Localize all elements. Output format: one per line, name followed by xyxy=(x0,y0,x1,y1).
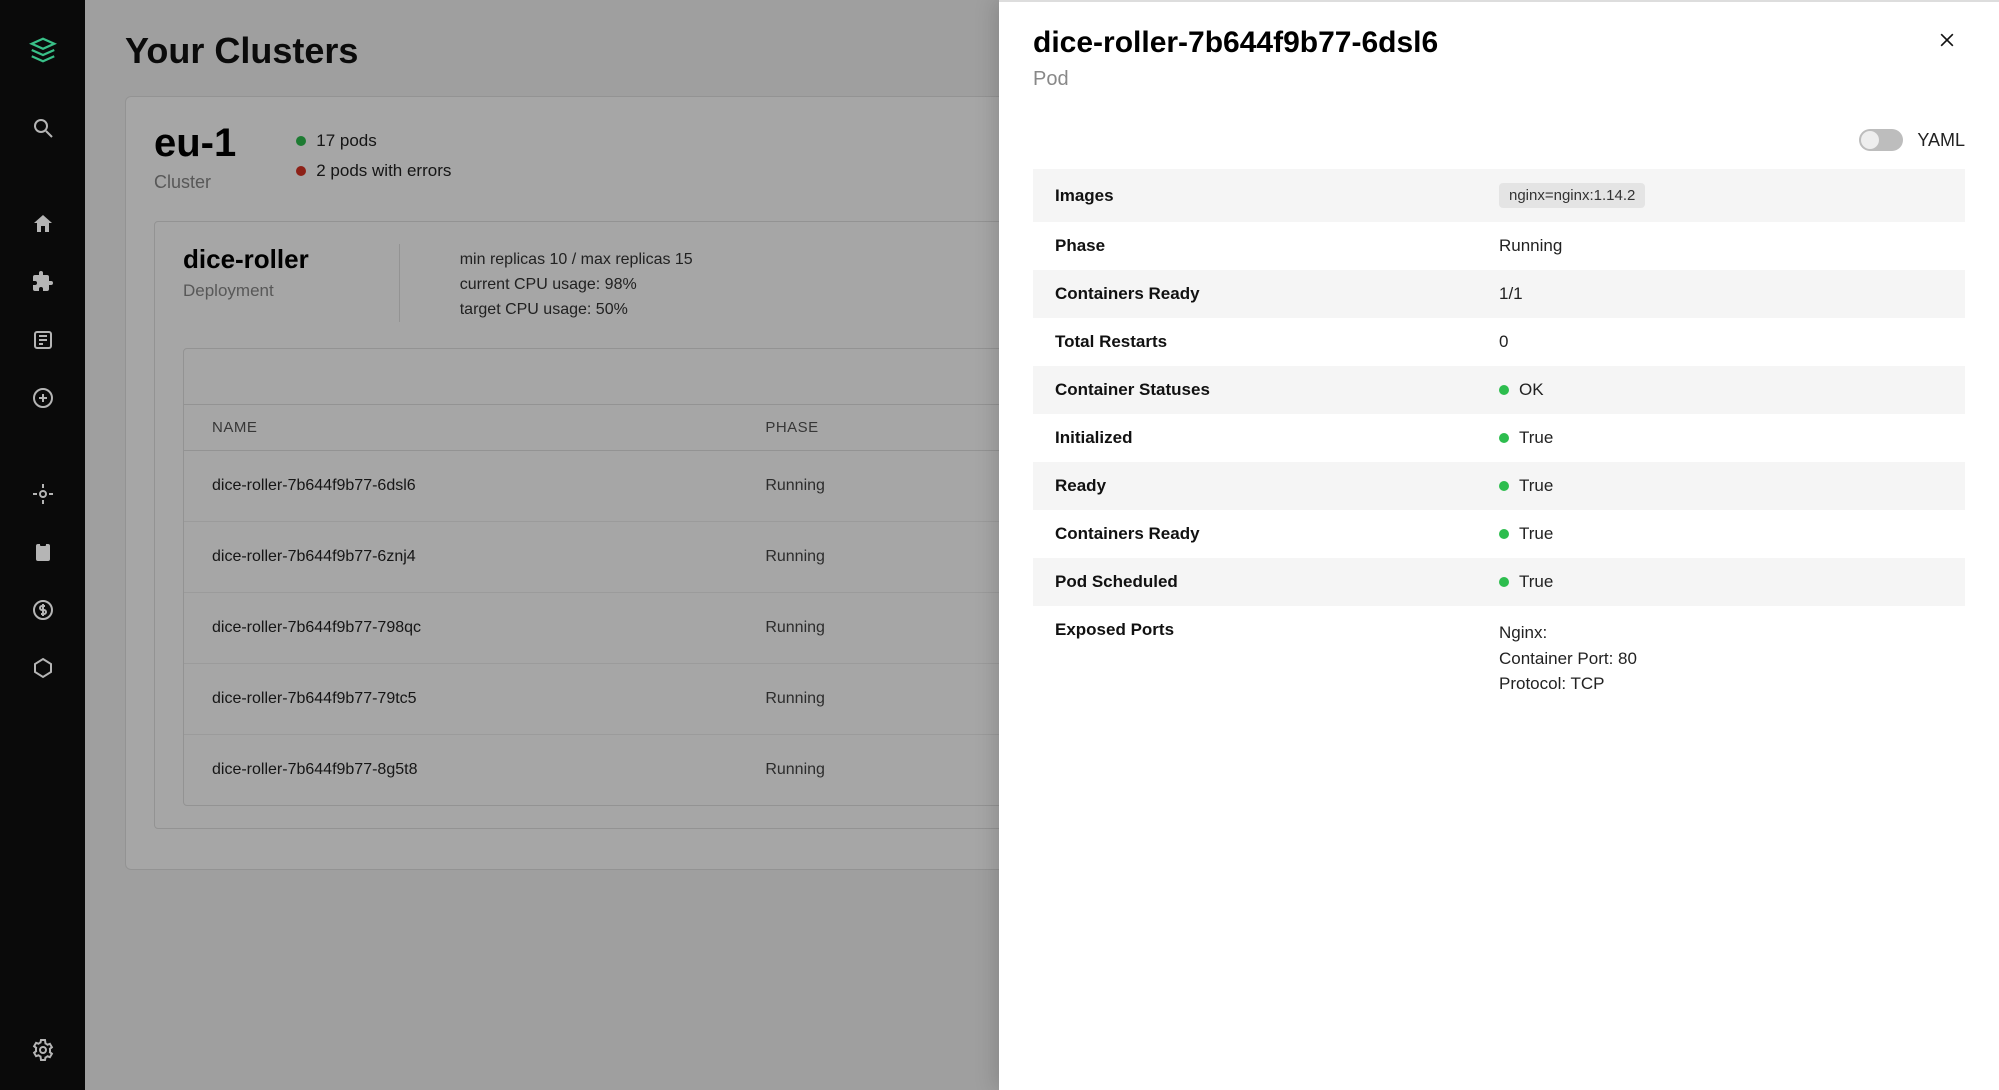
pod-detail-drawer: dice-roller-7b644f9b77-6dsl6 Pod YAML Im… xyxy=(999,0,1999,1090)
library-icon[interactable] xyxy=(21,318,65,362)
drawer-title: dice-roller-7b644f9b77-6dsl6 xyxy=(1033,26,1438,60)
yaml-toggle[interactable] xyxy=(1859,129,1903,151)
extensions-icon[interactable] xyxy=(21,260,65,304)
search-icon[interactable] xyxy=(21,106,65,150)
detail-row-container-statuses: Container Statuses OK xyxy=(1033,366,1965,414)
detail-row-pod-scheduled: Pod Scheduled True xyxy=(1033,558,1965,606)
status-dot-green-icon xyxy=(1499,481,1509,491)
detail-row-images: Images nginx=nginx:1.14.2 xyxy=(1033,169,1965,222)
close-button[interactable] xyxy=(1929,26,1965,59)
status-dot-green-icon xyxy=(1499,529,1509,539)
detail-rows: Images nginx=nginx:1.14.2 Phase Running … xyxy=(1033,169,1965,711)
status-dot-green-icon xyxy=(1499,577,1509,587)
drawer-subtitle: Pod xyxy=(1033,68,1438,91)
clipboard-icon[interactable] xyxy=(21,530,65,574)
graph-icon[interactable] xyxy=(21,646,65,690)
target-icon[interactable] xyxy=(21,472,65,516)
image-chip: nginx=nginx:1.14.2 xyxy=(1499,183,1645,208)
sidebar xyxy=(0,0,85,1090)
settings-icon[interactable] xyxy=(21,1028,65,1072)
yaml-label: YAML xyxy=(1917,130,1965,151)
billing-icon[interactable] xyxy=(21,588,65,632)
detail-row-ready: Ready True xyxy=(1033,462,1965,510)
logo-icon[interactable] xyxy=(21,28,65,72)
detail-row-total-restarts: Total Restarts 0 xyxy=(1033,318,1965,366)
detail-row-initialized: Initialized True xyxy=(1033,414,1965,462)
detail-row-containers-ready-bool: Containers Ready True xyxy=(1033,510,1965,558)
detail-row-exposed-ports: Exposed Ports Nginx: Container Port: 80 … xyxy=(1033,606,1965,711)
detail-row-phase: Phase Running xyxy=(1033,222,1965,270)
status-dot-green-icon xyxy=(1499,385,1509,395)
status-dot-green-icon xyxy=(1499,433,1509,443)
detail-row-containers-ready: Containers Ready 1/1 xyxy=(1033,270,1965,318)
home-icon[interactable] xyxy=(21,202,65,246)
add-icon[interactable] xyxy=(21,376,65,420)
